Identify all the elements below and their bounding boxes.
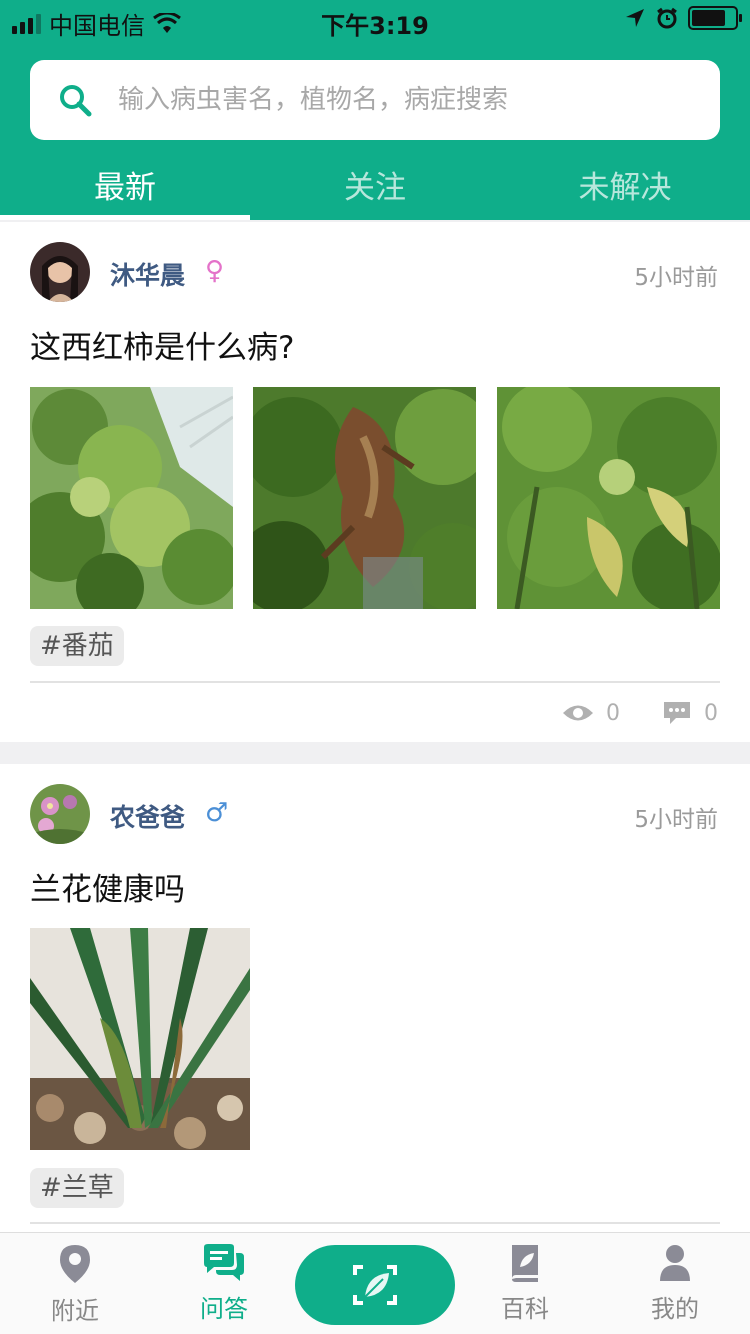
tab-nearby[interactable]: 附近 [25, 1243, 125, 1326]
comments-count: 0 [704, 700, 718, 726]
location-arrow-icon [626, 9, 644, 27]
post-time: 5小时前 [634, 265, 718, 291]
bottom-tab-bar: 附近 问答 百科 我的 [0, 1232, 750, 1334]
tab-nearby-label: 附近 [51, 1297, 99, 1325]
status-bar: 中国电信 下午3:19 [0, 0, 750, 40]
topic-tag[interactable]: #番茄 [30, 626, 124, 666]
post-title[interactable]: 兰花健康吗 [30, 864, 185, 909]
tab-profile[interactable]: 我的 [625, 1243, 725, 1324]
post-image[interactable] [30, 928, 250, 1150]
tab-profile-label: 我的 [651, 1295, 699, 1323]
feed-tabs: 最新 关注 未解决 [0, 150, 750, 220]
views-icon [563, 705, 593, 721]
location-icon [60, 1245, 90, 1283]
search-icon [60, 85, 92, 117]
post-card[interactable]: 沐华晨 ♀ 5小时前 这西红柿是什么病? #番茄 0 0 [0, 222, 750, 742]
scan-leaf-icon [353, 1265, 397, 1305]
post-card[interactable]: 农爸爸 ♂ 5小时前 兰花健康吗 #兰草 [0, 764, 750, 1244]
male-icon: ♂ [205, 798, 229, 828]
tab-encyclopedia[interactable]: 百科 [475, 1243, 575, 1324]
comment-icon[interactable] [662, 700, 692, 726]
tab-following[interactable]: 关注 [250, 150, 500, 220]
views-count: 0 [606, 700, 620, 726]
tab-latest[interactable]: 最新 [0, 150, 250, 220]
topic-tag[interactable]: #兰草 [30, 1168, 124, 1208]
female-icon: ♀ [205, 256, 225, 286]
post-stats: 0 0 [562, 700, 718, 726]
search-bar[interactable] [30, 60, 720, 140]
tab-unsolved[interactable]: 未解决 [500, 150, 750, 220]
post-image[interactable] [497, 387, 720, 609]
chat-icon [204, 1244, 244, 1281]
tab-encyclopedia-label: 百科 [501, 1295, 549, 1323]
alarm-icon [657, 7, 677, 29]
app-header: 中国电信 下午3:19 最新 关注 未解决 [0, 0, 750, 220]
book-icon [512, 1245, 538, 1282]
divider [30, 1222, 720, 1224]
post-time: 5小时前 [634, 807, 718, 833]
avatar[interactable] [30, 242, 90, 302]
post-image[interactable] [30, 387, 233, 609]
tab-qa[interactable]: 问答 [174, 1243, 274, 1324]
scan-button[interactable] [295, 1245, 455, 1325]
username[interactable]: 沐华晨 [110, 256, 185, 292]
user-icon [660, 1245, 690, 1281]
post-image[interactable] [253, 387, 476, 609]
username[interactable]: 农爸爸 [110, 798, 185, 834]
search-input[interactable] [118, 85, 678, 115]
tab-qa-label: 问答 [200, 1295, 248, 1323]
post-title[interactable]: 这西红柿是什么病? [30, 322, 294, 367]
divider [30, 681, 720, 683]
battery-icon [688, 6, 742, 30]
avatar[interactable] [30, 784, 90, 844]
